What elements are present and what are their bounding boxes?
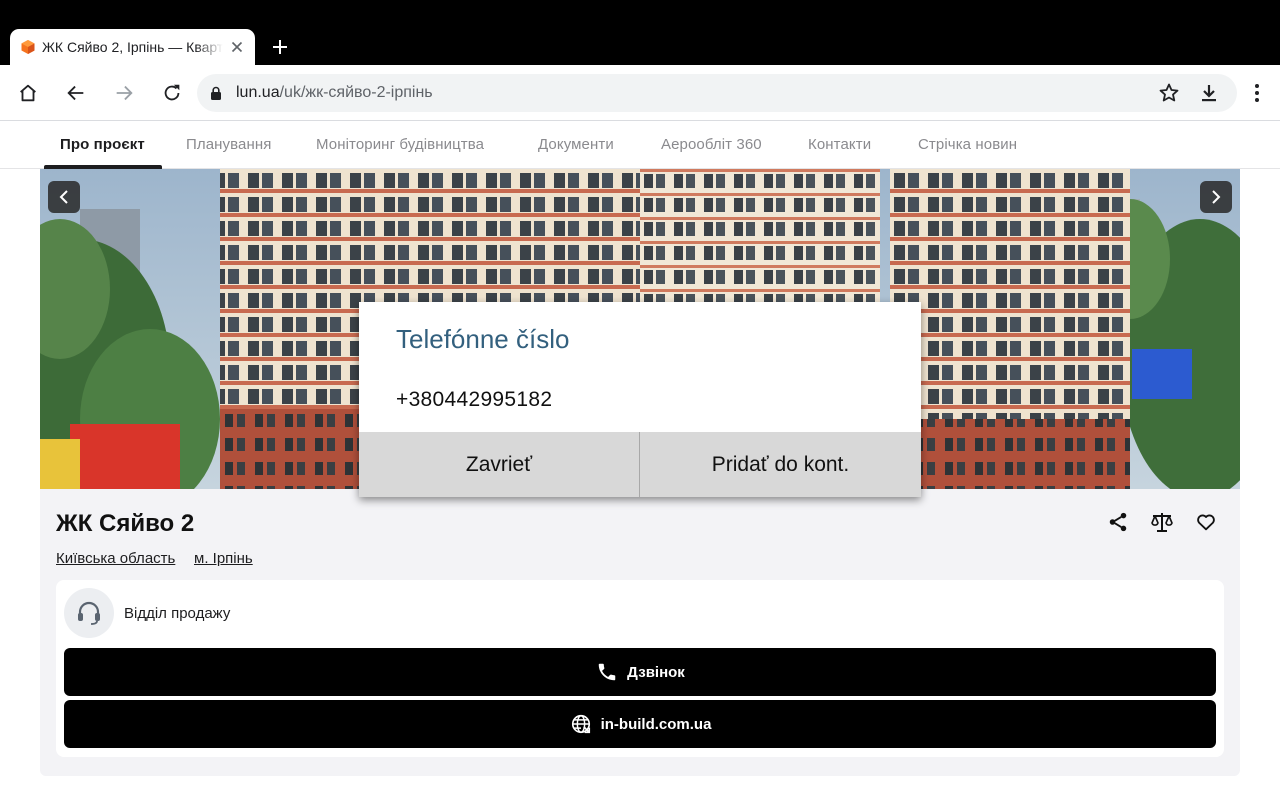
project-title: ЖК Сяйво 2 [56,510,195,537]
browser-tabstrip: ЖК Сяйво 2, Ірпінь — Квартири в новобудо… [0,0,1280,65]
call-button-label: Дзвінок [627,663,685,681]
new-tab-plus-icon[interactable] [268,35,292,59]
browser-toolbar: lun.ua/uk/жк-сяйво-2-ірпінь [0,65,1280,121]
website-button[interactable]: in-build.com.ua [64,700,1216,748]
forward-arrow-icon[interactable] [112,81,136,105]
tab-contacts[interactable]: Контакти [808,136,871,153]
tab-construction-monitoring[interactable]: Моніторинг будівництва [316,136,484,153]
favorite-heart-icon[interactable] [1193,509,1219,535]
tab-documents[interactable]: Документи [538,136,614,153]
download-icon[interactable] [1197,81,1221,105]
share-icon[interactable] [1105,509,1131,535]
website-button-label: in-build.com.ua [600,715,712,733]
dialog-title: Telefónne číslo [396,324,570,354]
address-bar[interactable]: lun.ua/uk/жк-сяйво-2-ірпінь [197,74,1237,112]
project-info-card: ЖК Сяйво 2 Київська область м. Ірпінь Ві… [40,489,1240,776]
url-host: lun.ua [236,84,280,101]
phone-number-dialog: Telefónne číslo +380442995182 Zavrieť Pr… [359,302,921,497]
tab-layouts[interactable]: Планування [186,136,272,153]
browser-tab[interactable]: ЖК Сяйво 2, Ірпінь — Квартири в новобудо… [10,29,255,65]
home-icon[interactable] [16,81,40,105]
compare-scales-icon[interactable] [1149,509,1175,535]
project-tabs-nav: Про проєкт Планування Моніторинг будівни… [0,122,1280,169]
tab-news-feed[interactable]: Стрічка новин [918,136,1017,153]
bookmark-star-icon[interactable] [1157,81,1181,105]
sales-department-avatar [64,588,114,638]
lock-icon [211,86,221,100]
globe-link-icon [569,712,593,736]
lun-favicon-icon [21,40,35,54]
phone-icon [595,660,619,684]
chevron-right-icon [1212,190,1221,204]
close-tab-icon[interactable] [229,39,245,55]
sales-department-label: Відділ продажу [124,605,231,622]
region-link[interactable]: Київська область [56,550,175,567]
back-arrow-icon[interactable] [64,81,88,105]
close-dialog-button[interactable]: Zavrieť [359,432,639,497]
headset-support-icon [78,601,100,625]
tab-aerial-360[interactable]: Аерообліт 360 [661,136,762,153]
add-to-contacts-button[interactable]: Pridať do kont. [640,432,921,497]
gallery-prev-button[interactable] [48,181,80,213]
gallery-next-button[interactable] [1200,181,1232,213]
reload-icon[interactable] [160,81,184,105]
call-button[interactable]: Дзвінок [64,648,1216,696]
city-link[interactable]: м. Ірпінь [194,550,253,567]
tab-title: ЖК Сяйво 2, Ірпінь — Квартири в новобудо… [42,39,223,55]
chevron-left-icon [59,190,68,204]
sales-contact-panel: Відділ продажу Дзвінок in-build.com.ua [56,580,1224,757]
tab-about-project[interactable]: Про проєкт [60,136,145,153]
browser-menu-icon[interactable] [1245,81,1269,105]
url-text: lun.ua/uk/жк-сяйво-2-ірпінь [236,84,433,102]
phone-number-text[interactable]: +380442995182 [396,388,552,412]
url-path: /uk/жк-сяйво-2-ірпінь [279,84,433,101]
